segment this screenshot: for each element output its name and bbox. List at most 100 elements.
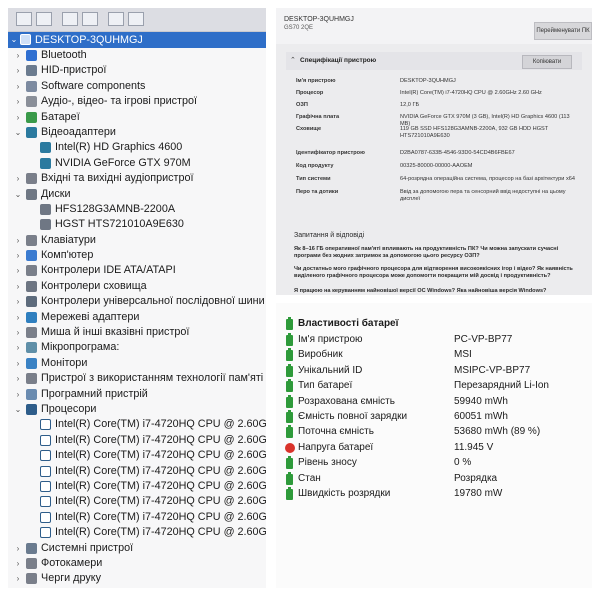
tree-item[interactable]: Intel(R) Core(TM) i7-4720HQ CPU @ 2.60GH… bbox=[8, 464, 266, 479]
battery-icon bbox=[286, 410, 293, 423]
copy-button[interactable]: Копіювати bbox=[522, 55, 572, 69]
faq-question[interactable]: Чи достатньо мого графічного процесора д… bbox=[294, 266, 582, 280]
back-icon[interactable] bbox=[16, 12, 32, 26]
expand-icon[interactable]: › bbox=[14, 233, 22, 248]
expand-icon[interactable]: › bbox=[14, 263, 22, 278]
expand-icon[interactable]: › bbox=[14, 279, 22, 294]
tree-item[interactable]: › Комп'ютер bbox=[8, 248, 266, 263]
tree-item-label: Комп'ютер bbox=[41, 249, 94, 262]
properties-icon[interactable] bbox=[62, 12, 78, 26]
collapse-icon[interactable]: ⌄ bbox=[14, 187, 22, 202]
collapse-icon[interactable]: ⌄ bbox=[10, 32, 18, 48]
tree-item-label: Intel(R) HD Graphics 4600 bbox=[55, 141, 183, 154]
tree-item[interactable]: › Мікропрограма: bbox=[8, 340, 266, 355]
tree-item[interactable]: › Батареї bbox=[8, 110, 266, 125]
battery-value: 19780 mW bbox=[454, 488, 503, 499]
tree-item[interactable]: Intel(R) Core(TM) i7-4720HQ CPU @ 2.60GH… bbox=[8, 510, 266, 525]
expand-icon[interactable]: › bbox=[14, 248, 22, 263]
tree-item[interactable]: › Software components bbox=[8, 79, 266, 94]
spec-value[interactable]: 64-розрядна операційна система, процесор… bbox=[400, 176, 580, 183]
monitor-icon[interactable] bbox=[128, 12, 144, 26]
battery-value: MSIPC-VP-BP77 bbox=[454, 364, 531, 376]
spec-value[interactable]: D2BA0787-633B-4546-93D0-54CD4B6FBE67 bbox=[400, 150, 580, 157]
tree-item[interactable]: › Черги друку bbox=[8, 571, 266, 586]
spec-value[interactable]: 12,0 ГБ bbox=[400, 102, 580, 109]
battery-value: 11.945 V bbox=[454, 441, 494, 453]
software-device-icon bbox=[26, 388, 37, 400]
expand-icon[interactable]: › bbox=[14, 356, 22, 371]
tree-item[interactable]: HGST HTS721010A9E630 bbox=[8, 217, 266, 232]
expand-icon[interactable]: › bbox=[14, 541, 22, 556]
spec-section-header[interactable]: ⌃ Специфікації пристрою Копіювати bbox=[286, 52, 582, 70]
spec-key: Ім'я пристрою bbox=[296, 78, 336, 84]
chevron-up-icon: ⌃ bbox=[290, 57, 296, 64]
battery-row: Ім'я пристрою PC-VP-BP77 bbox=[276, 333, 592, 348]
tree-item[interactable]: Intel(R) Core(TM) i7-4720HQ CPU @ 2.60GH… bbox=[8, 448, 266, 463]
tree-item[interactable]: › Програмний пристрій bbox=[8, 387, 266, 402]
tree-item[interactable]: Intel(R) HD Graphics 4600 bbox=[8, 140, 266, 155]
tree-item[interactable]: › Системні пристрої bbox=[8, 541, 266, 556]
processor-icon bbox=[26, 403, 37, 415]
expand-icon[interactable]: › bbox=[14, 325, 22, 340]
rename-pc-button[interactable]: Перейменувати ПК bbox=[534, 22, 592, 40]
tree-item[interactable]: › HID-пристрої bbox=[8, 63, 266, 78]
tree-item[interactable]: › Монітори bbox=[8, 356, 266, 371]
spec-value[interactable]: Intel(R) Core(TM) i7-4720HQ CPU @ 2.60GH… bbox=[400, 90, 580, 97]
battery-key: Швидкість розрядки bbox=[298, 488, 391, 499]
spec-value[interactable]: 119 GB SSD HFS128G3AMNB-2200A, 932 GB HD… bbox=[400, 126, 580, 140]
tree-item[interactable]: HFS128G3AMNB-2200A bbox=[8, 202, 266, 217]
tree-item[interactable]: Intel(R) Core(TM) i7-4720HQ CPU @ 2.60GH… bbox=[8, 433, 266, 448]
tree-item[interactable]: › Клавіатури bbox=[8, 233, 266, 248]
tree-item-label: Клавіатури bbox=[41, 233, 96, 246]
tree-root-computer[interactable]: ⌄ DESKTOP-3QUHMGJ bbox=[8, 32, 266, 48]
tree-item[interactable]: › Вхідні та вихідні аудіопристрої bbox=[8, 171, 266, 186]
tree-item[interactable]: › Контролери IDE ATA/ATAPI bbox=[8, 263, 266, 278]
tree-item[interactable]: › Контролери універсальної послідовної ши… bbox=[8, 294, 266, 309]
tree-item[interactable]: Intel(R) Core(TM) i7-4720HQ CPU @ 2.60GH… bbox=[8, 479, 266, 494]
tree-item[interactable]: NVIDIA GeForce GTX 970M bbox=[8, 156, 266, 171]
battery-row: Унікальний ID MSIPC-VP-BP77 bbox=[276, 363, 592, 379]
help-icon[interactable] bbox=[82, 12, 98, 26]
faq-question[interactable]: Як 8–16 ГБ оперативної пам'яті впливають… bbox=[294, 246, 582, 260]
expand-icon[interactable]: › bbox=[14, 63, 22, 78]
expand-icon[interactable]: › bbox=[14, 310, 22, 325]
tree-item[interactable]: ⌄ Відеоадаптери bbox=[8, 125, 266, 140]
expand-icon[interactable]: › bbox=[14, 110, 22, 125]
tree-item[interactable]: ⌄ Диски bbox=[8, 187, 266, 202]
expand-icon[interactable]: › bbox=[14, 79, 22, 94]
tree-item[interactable]: Intel(R) Core(TM) i7-4720HQ CPU @ 2.60GH… bbox=[8, 494, 266, 509]
spec-section-title: Специфікації пристрою bbox=[300, 57, 377, 64]
tree-item[interactable]: Intel(R) Core(TM) i7-4720HQ CPU @ 2.60GH… bbox=[8, 417, 266, 432]
expand-icon[interactable]: › bbox=[14, 556, 22, 571]
tree-item[interactable]: › Bluetooth bbox=[8, 48, 266, 63]
tree-item-label: Мікропрограма: bbox=[41, 341, 120, 354]
spec-value[interactable]: DESKTOP-3QUHMGJ bbox=[400, 78, 580, 85]
tree-item[interactable]: › Миша й інші вказівні пристрої bbox=[8, 325, 266, 340]
expand-icon[interactable]: › bbox=[14, 294, 22, 309]
collapse-icon[interactable]: ⌄ bbox=[14, 125, 22, 140]
battery-row: Тип батареї Перезарядний Li-Ion bbox=[276, 379, 592, 394]
expand-icon[interactable]: › bbox=[14, 171, 22, 186]
expand-icon[interactable]: › bbox=[14, 48, 22, 63]
spec-key: Процесор bbox=[296, 90, 324, 96]
tree-item[interactable]: › Контролери сховища bbox=[8, 279, 266, 294]
tree-item[interactable]: › Фотокамери bbox=[8, 556, 266, 571]
tree-item[interactable]: Intel(R) Core(TM) i7-4720HQ CPU @ 2.60GH… bbox=[8, 525, 266, 540]
spec-value[interactable]: 00325-80000-00000-AAOEM bbox=[400, 163, 580, 170]
spec-value[interactable]: Ввід за допомогою пера та сенсорний ввід… bbox=[400, 189, 580, 203]
scan-hardware-icon[interactable] bbox=[108, 12, 124, 26]
tree-item[interactable]: › Пристрої з використанням технології пам… bbox=[8, 371, 266, 386]
collapse-icon[interactable]: ⌄ bbox=[14, 402, 22, 417]
expand-icon[interactable]: › bbox=[14, 94, 22, 109]
forward-icon[interactable] bbox=[36, 12, 52, 26]
expand-icon[interactable]: › bbox=[14, 571, 22, 586]
tree-item[interactable]: › Аудіо-, відео- та ігрові пристрої bbox=[8, 94, 266, 109]
battery-key: Стан bbox=[298, 472, 321, 484]
tree-item[interactable]: ⌄ Процесори bbox=[8, 402, 266, 417]
expand-icon[interactable]: › bbox=[14, 387, 22, 402]
faq-question[interactable]: Я працюю на керуванням найновішої версії… bbox=[294, 288, 582, 295]
battery-value: 59940 mWh bbox=[454, 395, 508, 407]
expand-icon[interactable]: › bbox=[14, 371, 22, 386]
tree-item[interactable]: › Мережеві адаптери bbox=[8, 310, 266, 325]
expand-icon[interactable]: › bbox=[14, 340, 22, 355]
